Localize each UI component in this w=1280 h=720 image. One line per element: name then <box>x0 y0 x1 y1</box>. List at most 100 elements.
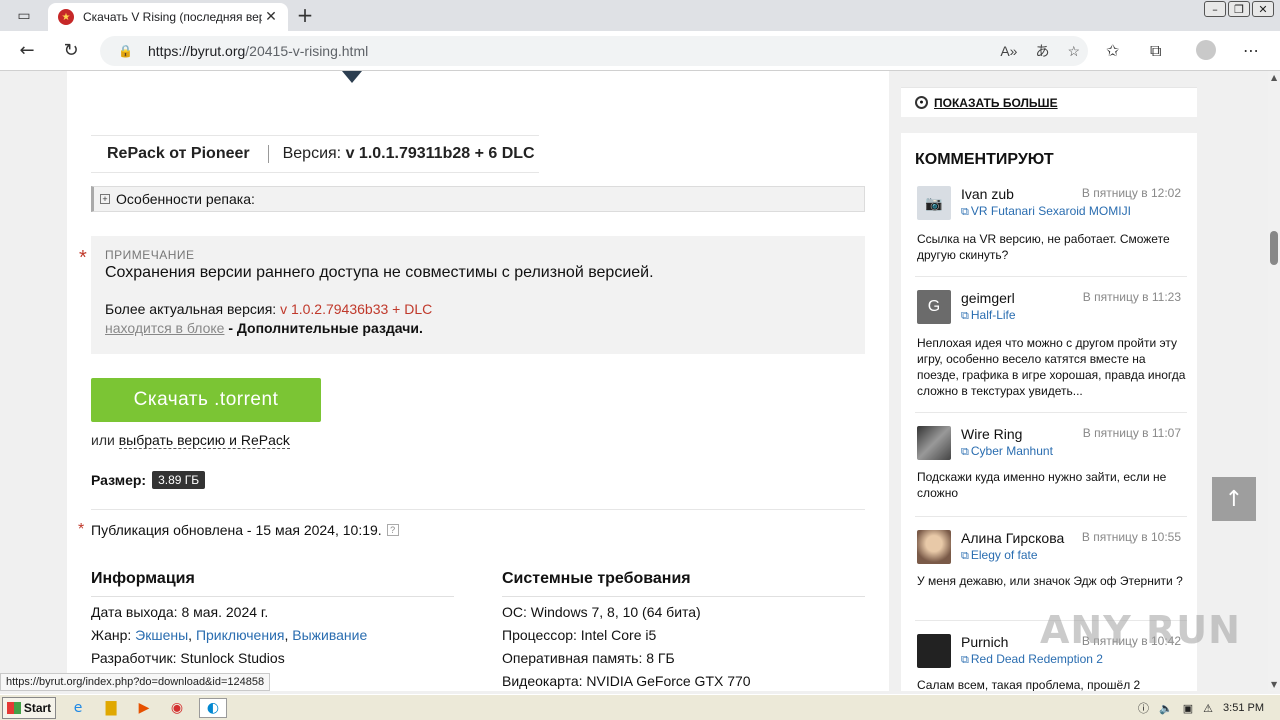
comment-time: В пятницу в 11:07 <box>1082 426 1181 440</box>
network-icon[interactable]: ▣ <box>1183 702 1193 715</box>
newer-version-line: Более актуальная версия: v 1.0.2.79436b3… <box>105 301 851 317</box>
comment-divider <box>915 276 1187 277</box>
clock[interactable]: 3:51 PM <box>1223 702 1264 714</box>
help-icon[interactable]: ? <box>386 524 399 536</box>
tray-warning-icon[interactable]: ⚠ <box>1203 702 1213 715</box>
camera-icon: 📷 <box>925 194 943 211</box>
url-field[interactable]: 🔒 https://byrut.org/20415-v-rising.html … <box>100 36 1088 66</box>
comment-text: Ссылка на VR версию, не работает. Сможет… <box>917 232 1170 262</box>
size-row: Размер: 3.89 ГБ <box>91 471 206 489</box>
avatar[interactable]: G <box>917 290 951 324</box>
address-bar-row: ← ↻ 🔒 https://byrut.org/20415-v-rising.h… <box>0 31 1280 71</box>
window-controls: – ❐ ✕ <box>1204 0 1274 17</box>
newer-version-value: v 1.0.2.79436b33 + DLC <box>280 301 433 317</box>
comment-game-link[interactable]: Red Dead Redemption 2 <box>961 652 1103 667</box>
comment-author[interactable]: Алина Гирскова <box>961 530 1064 546</box>
comment-game-link[interactable]: VR Futanari Sexaroid MOMIJI <box>961 204 1131 219</box>
comment-game-link[interactable]: Cyber Manhunt <box>961 444 1053 459</box>
page-scrollbar[interactable]: ▲ ▼ <box>1268 71 1280 691</box>
sysreq-title: Системные требования <box>502 570 865 597</box>
translate-icon[interactable]: あ <box>1035 41 1049 61</box>
refresh-icon[interactable]: ↻ <box>58 39 84 63</box>
system-tray: ⓘ 🔈 ▣ ⚠ 3:51 PM <box>1138 695 1280 720</box>
watermark: ANY RUN <box>1040 608 1241 652</box>
scroll-up-icon[interactable]: ▲ <box>1271 73 1277 82</box>
url-host: https://byrut.org <box>148 43 246 59</box>
version-info: Версия: v 1.0.1.79311b28 + 6 DLC <box>269 145 535 163</box>
comment-time: В пятницу в 11:23 <box>1082 290 1181 304</box>
comment-game-link[interactable]: Half-Life <box>961 308 1016 323</box>
chrome-icon[interactable]: ◉ <box>166 698 188 718</box>
sysreq-column: Системные требования ОС: Windows 7, 8, 1… <box>502 570 865 689</box>
tab-actions-icon[interactable]: ▭ <box>10 6 38 26</box>
block-line: находится в блоке - Дополнительные разда… <box>105 320 851 336</box>
show-more-link[interactable]: ● ПОКАЗАТЬ БОЛЬШЕ <box>901 87 1197 117</box>
close-window-icon[interactable]: ✕ <box>1252 1 1274 17</box>
comment-text: Салам всем, такая проблема, прошёл 2 <box>917 678 1141 691</box>
repack-features-spoiler[interactable]: + Особенности репака: <box>91 186 865 212</box>
developer-row: Разработчик: Stunlock Studios <box>91 650 454 666</box>
add-favorite-icon[interactable]: ☆ <box>1067 43 1080 60</box>
avatar[interactable] <box>917 634 951 668</box>
version-label: Версия: <box>282 145 346 162</box>
avatar[interactable] <box>917 426 951 460</box>
edge-icon[interactable]: ◐ <box>199 697 227 718</box>
arrow-up-icon: ↑ <box>1224 486 1244 512</box>
note-text: Сохранения версии раннего доступа не сов… <box>105 264 654 281</box>
scroll-down-icon[interactable]: ▼ <box>1271 680 1277 689</box>
expand-icon: + <box>100 194 110 204</box>
os-row: ОС: Windows 7, 8, 10 (64 бита) <box>502 604 701 620</box>
media-player-icon[interactable]: ▶ <box>133 698 155 718</box>
genre-link[interactable]: Экшены <box>135 627 188 643</box>
comment-game-link[interactable]: Elegy of fate <box>961 548 1038 563</box>
genre-separator: , <box>188 627 196 643</box>
avatar[interactable]: 📷 <box>917 186 951 220</box>
favorites-icon[interactable]: ✩ <box>1106 41 1119 60</box>
tab-close-icon[interactable]: ✕ <box>262 9 280 25</box>
or-text: или <box>91 432 119 448</box>
genre-row: Жанр: Экшены, Приключения, Выживание <box>91 627 454 643</box>
tray-info-icon[interactable]: ⓘ <box>1138 700 1149 716</box>
windows-flag-icon <box>6 701 21 714</box>
minimize-icon[interactable]: – <box>1204 1 1226 17</box>
release-row: Дата выхода: 8 мая. 2024 г. <box>91 604 454 620</box>
collections-icon[interactable]: ⧉ <box>1150 41 1161 61</box>
cpu-row: Процессор: Intel Core i5 <box>502 627 657 643</box>
avatar[interactable] <box>917 530 951 564</box>
comment-author[interactable]: Purnich <box>961 634 1008 650</box>
browser-tab[interactable]: ★ Скачать V Rising (последняя вер ✕ <box>48 3 288 31</box>
choose-version-link[interactable]: выбрать версию и RePack <box>118 432 290 449</box>
start-button[interactable]: Start <box>2 696 56 719</box>
info-column: Информация Дата выхода: 8 мая. 2024 г. Ж… <box>91 570 454 666</box>
genre-link[interactable]: Приключения <box>196 627 285 643</box>
genre-link[interactable]: Выживание <box>292 627 367 643</box>
developer-label: Разработчик: <box>91 650 181 666</box>
spoiler-label: Особенности репака: <box>116 191 255 207</box>
status-bar-url: https://byrut.org/index.php?do=download&… <box>0 673 271 691</box>
block-link[interactable]: находится в блоке <box>105 320 224 336</box>
main-content: RePack от Pioneer Версия: v 1.0.1.79311b… <box>67 71 889 691</box>
repack-author: RePack от Pioneer <box>91 145 269 163</box>
more-menu-icon[interactable]: ⋯ <box>1243 41 1259 60</box>
back-icon[interactable]: ← <box>14 39 40 63</box>
publish-info: Публикация обновлена - 15 мая 2024, 10:1… <box>91 522 399 538</box>
comment-text: Подскажи куда именно нужно зайти, если н… <box>917 470 1167 500</box>
show-more-icon: ● <box>915 96 928 109</box>
note-box: ПРИМЕЧАНИЕ Сохранения версии раннего дос… <box>91 236 865 354</box>
comment-text: Неплохая идея что можно с другом пройти … <box>917 336 1186 398</box>
scroll-thumb[interactable] <box>1270 231 1278 265</box>
restore-icon[interactable]: ❐ <box>1228 1 1250 17</box>
download-torrent-button[interactable]: Скачать .torrent <box>91 378 321 422</box>
profile-avatar-icon[interactable] <box>1196 40 1216 60</box>
scroll-to-top-button[interactable]: ↑ <box>1212 477 1256 521</box>
comment-author[interactable]: Wire Ring <box>961 426 1022 442</box>
comment-author[interactable]: Ivan zub <box>961 186 1014 202</box>
comment-author[interactable]: geimgerl <box>961 290 1015 306</box>
ie-icon[interactable]: e <box>67 698 89 718</box>
genre-label: Жанр: <box>91 627 136 643</box>
folder-icon[interactable]: ▇ <box>100 698 122 718</box>
volume-icon[interactable]: 🔈 <box>1159 702 1173 715</box>
publish-asterisk: * <box>78 521 85 538</box>
new-tab-icon[interactable]: + <box>294 4 316 26</box>
read-aloud-icon[interactable]: A» <box>1000 43 1017 59</box>
